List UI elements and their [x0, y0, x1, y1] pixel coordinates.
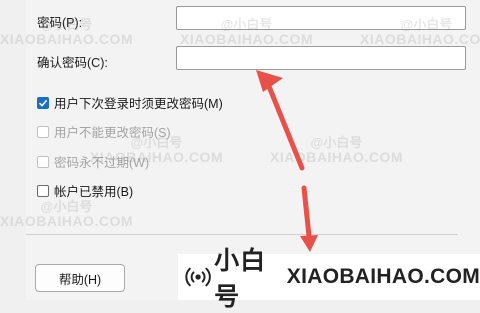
must-change-label: 用户下次登录时须更改密码(M)	[54, 97, 223, 111]
watermark-sub: XIAOBAIHAO.COM	[0, 31, 133, 47]
checkbox-must-change[interactable]	[37, 96, 49, 109]
watermark-tile: @小白号 XIAOBAIHAO.COM	[90, 136, 223, 165]
watermark-main: @小白号	[400, 17, 453, 32]
watermark-tile: @小白号 XIAOBAIHAO.COM	[180, 18, 313, 47]
watermark-main: @小白号	[40, 199, 93, 214]
watermark-tile: @小白号 XIAOBAIHAO.COM	[360, 18, 480, 47]
watermark-main: @小白号	[130, 135, 183, 150]
watermark-tile: @小白号 XIAOBAIHAO.COM	[0, 18, 133, 47]
checkbox-account-disabled[interactable]	[37, 184, 49, 197]
watermark-sub: XIAOBAIHAO.COM	[180, 31, 313, 47]
watermark-sub: XIAOBAIHAO.COM	[360, 31, 480, 47]
confirm-password-input[interactable]	[176, 46, 466, 70]
watermark-tile: @小白号 XIAOBAIHAO.COM	[270, 136, 403, 165]
watermark-tile: @小白号 XIAOBAIHAO.COM	[0, 200, 133, 229]
watermark-sub: XIAOBAIHAO.COM	[90, 149, 223, 165]
help-button[interactable]: 帮助(H)	[35, 264, 125, 292]
option-must-change-password[interactable]: 用户下次登录时须更改密码(M)	[37, 93, 223, 112]
brand-domain: XIAOBAIHAO.COM	[286, 265, 480, 288]
watermark-main: @小白号	[310, 135, 363, 150]
broadcast-icon	[185, 267, 211, 287]
watermark-main: @小白号	[40, 17, 93, 32]
checkbox-never-expires[interactable]	[37, 155, 49, 168]
confirm-password-label: 确认密码(C):	[37, 56, 108, 70]
watermark-main: @小白号	[220, 17, 273, 32]
watermark-sub: XIAOBAIHAO.COM	[0, 213, 133, 229]
brand-banner: 小白号 XIAOBAIHAO.COM	[178, 247, 480, 311]
option-account-disabled[interactable]: 帐户已禁用(B)	[37, 181, 133, 200]
account-disabled-label: 帐户已禁用(B)	[54, 185, 134, 199]
watermark-sub: XIAOBAIHAO.COM	[270, 149, 403, 165]
brand-name: 小白号	[214, 247, 267, 311]
checkbox-cannot-change[interactable]	[37, 125, 49, 138]
divider	[26, 234, 458, 235]
checkmark-icon	[38, 99, 48, 107]
